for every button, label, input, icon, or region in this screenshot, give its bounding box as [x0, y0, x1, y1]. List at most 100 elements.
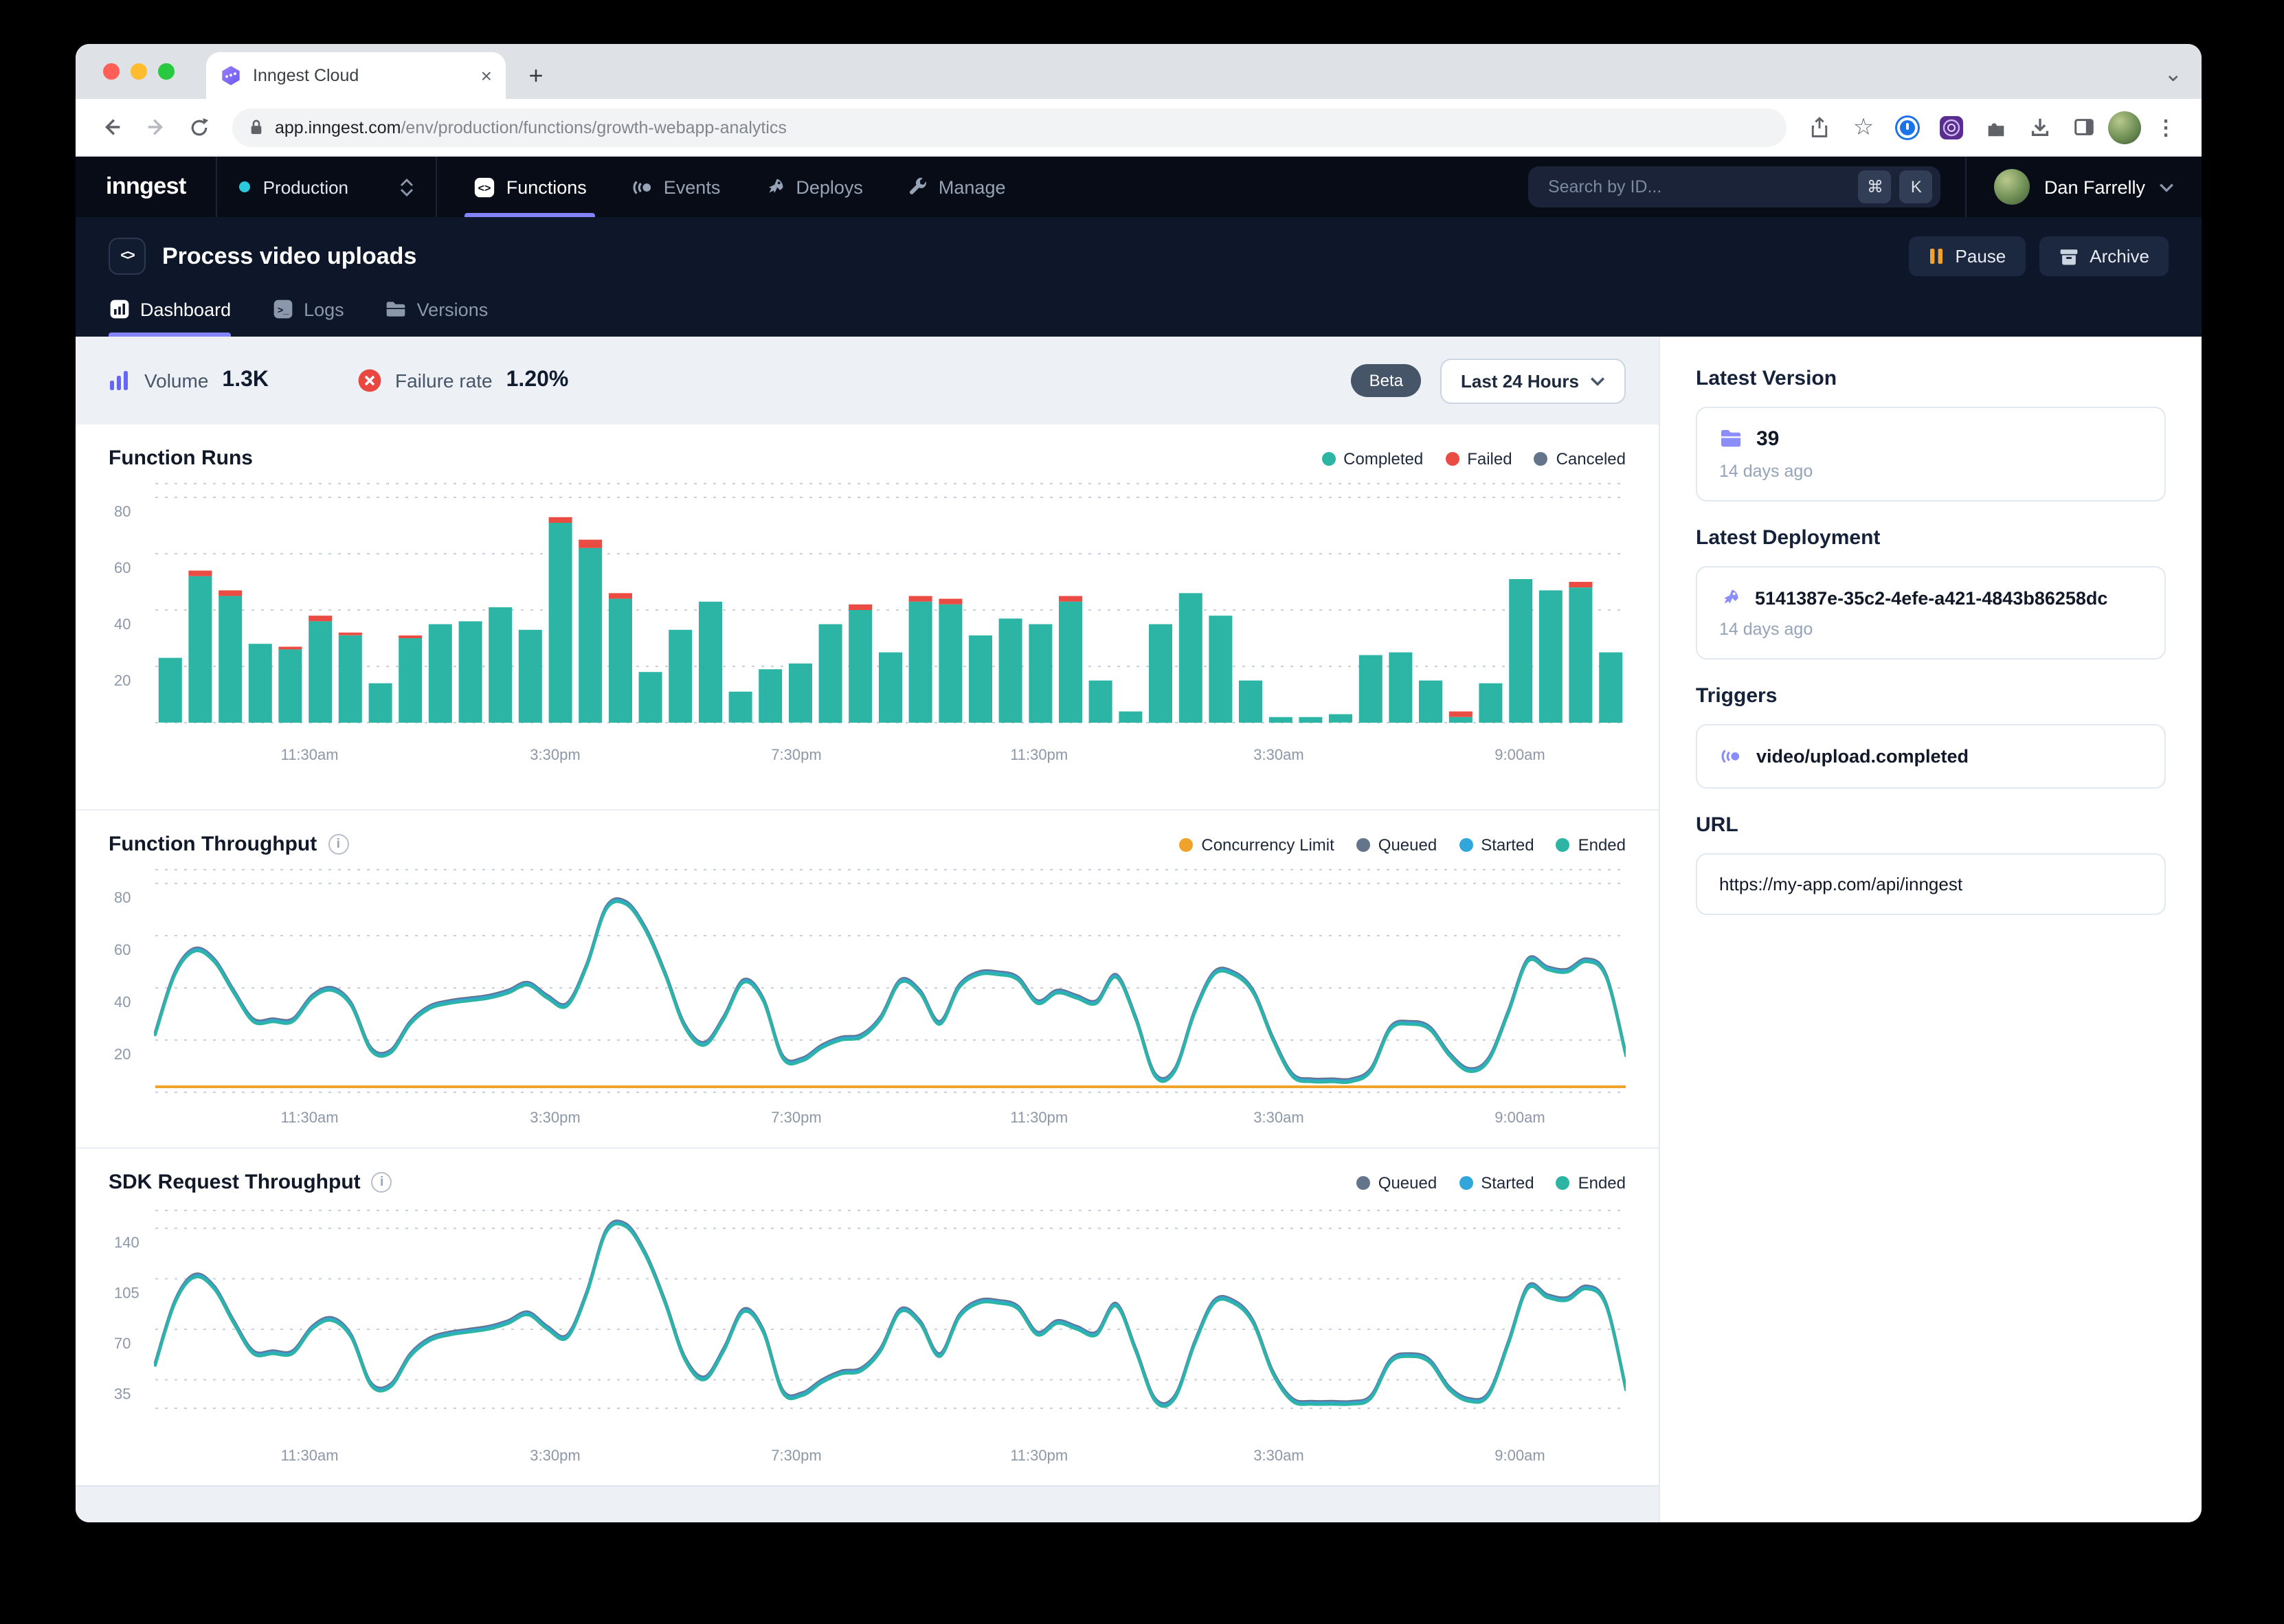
info-icon[interactable]: i [372, 1172, 392, 1193]
bottom-strip [76, 1485, 1659, 1522]
tab-dashboard[interactable]: Dashboard [109, 298, 231, 337]
traffic-lights [103, 63, 175, 80]
archive-icon [2058, 247, 2079, 266]
function-throughput-chart: 2040608011:30am3:30pm7:30pm11:30pm3:30am… [109, 861, 1626, 1129]
rocket-icon [764, 176, 786, 198]
close-window-button[interactable] [103, 63, 120, 80]
trigger-value: video/upload.completed [1756, 746, 1969, 767]
nav-item-events[interactable]: Events [612, 157, 740, 217]
user-name: Dan Farrelly [2044, 177, 2145, 197]
app-nav: inngest Production <> Functions Events D… [76, 157, 2202, 217]
browser-menu-icon[interactable]: ⋮ [2147, 108, 2185, 146]
new-tab-button[interactable]: + [517, 56, 555, 95]
chevron-down-icon [2159, 182, 2174, 192]
trigger-card[interactable]: video/upload.completed [1696, 724, 2166, 789]
download-icon[interactable] [2020, 108, 2059, 146]
svg-text:35: 35 [114, 1386, 131, 1403]
onepassword-extension-icon[interactable] [1888, 108, 1927, 146]
browser-tab[interactable]: Inngest Cloud × [206, 52, 506, 99]
url-bar[interactable]: app.inngest.com/env/production/functions… [232, 108, 1787, 146]
svg-text:9:00am: 9:00am [1494, 1109, 1545, 1126]
nav-item-functions[interactable]: <> Functions [454, 157, 606, 217]
url-heading: URL [1696, 813, 2166, 837]
url-domain: app.inngest.com [275, 117, 401, 137]
archive-button[interactable]: Archive [2039, 236, 2169, 276]
function-throughput-title: Function Throughputi [109, 833, 348, 856]
page-title: Process video uploads [162, 243, 416, 270]
svg-text:>_: >_ [278, 305, 289, 316]
legend-dot-completed [1321, 451, 1335, 465]
nav-label: Manage [939, 177, 1006, 197]
browser-tabbar: Inngest Cloud × + ⌄ [76, 44, 2202, 99]
bookmark-star-icon[interactable]: ☆ [1844, 108, 1883, 146]
dashboard-chart-icon [109, 298, 131, 320]
kbd-cmd: ⌘ [1859, 170, 1892, 203]
page-tabs: Dashboard >_ Logs Versions [109, 298, 2169, 337]
svg-text:3:30pm: 3:30pm [530, 1447, 580, 1464]
environment-selector[interactable]: Production [218, 157, 438, 217]
nav-item-manage[interactable]: Manage [888, 157, 1025, 217]
search-box[interactable]: ⌘ K [1529, 166, 1941, 207]
minimize-window-button[interactable] [131, 63, 147, 80]
info-icon[interactable]: i [328, 834, 348, 855]
function-runs-title: Function Runs [109, 447, 253, 470]
user-menu[interactable]: Dan Farrelly [1966, 157, 2202, 217]
failure-label: Failure rate [395, 370, 493, 392]
url-value: https://my-app.com/api/inngest [1719, 874, 1962, 894]
chevron-down-icon [1590, 376, 1605, 385]
latest-deployment-value: 5141387e-35c2-4efe-a421-4843b86258dc [1755, 587, 2107, 608]
tab-versions[interactable]: Versions [385, 298, 489, 337]
svg-text:3:30am: 3:30am [1253, 746, 1303, 763]
volume-bars-icon [109, 370, 131, 392]
inngest-logo[interactable]: inngest [76, 157, 218, 217]
function-runs-legend: Completed Failed Canceled [1321, 449, 1626, 468]
svg-text:3:30pm: 3:30pm [530, 746, 580, 763]
tab-title: Inngest Cloud [253, 66, 470, 85]
reload-icon[interactable] [180, 108, 219, 146]
rocket-icon [1719, 587, 1741, 609]
close-tab-icon[interactable]: × [481, 65, 492, 87]
failure-circle-x-icon [357, 368, 381, 393]
logs-terminal-icon: >_ [272, 298, 294, 320]
nav-item-deploys[interactable]: Deploys [745, 157, 882, 217]
svg-text:80: 80 [114, 889, 131, 906]
environment-status-dot [240, 181, 251, 192]
svg-text:20: 20 [114, 672, 131, 689]
forward-icon[interactable] [136, 108, 175, 146]
event-trigger-icon [1719, 745, 1743, 768]
user-avatar [1995, 169, 2030, 205]
svg-text:9:00am: 9:00am [1494, 746, 1545, 763]
svg-text:11:30pm: 11:30pm [1010, 1109, 1068, 1126]
browser-profile-avatar[interactable] [2108, 111, 2141, 144]
svg-text:80: 80 [114, 503, 131, 520]
function-runs-chart: 2040608011:30am3:30pm7:30pm11:30pm3:30am… [109, 475, 1626, 785]
latest-version-card: 39 14 days ago [1696, 407, 2166, 501]
archive-label: Archive [2090, 246, 2149, 267]
legend-label: Completed [1343, 449, 1423, 468]
zoom-window-button[interactable] [158, 63, 175, 80]
function-throughput-section: Function Throughputi Concurrency Limit Q… [76, 809, 1659, 1147]
tab-overflow-chevron-icon[interactable]: ⌄ [2164, 60, 2182, 88]
share-icon[interactable] [1800, 108, 1839, 146]
svg-text:9:00am: 9:00am [1494, 1447, 1545, 1464]
volume-value: 1.3K [222, 368, 269, 393]
time-range-dropdown[interactable]: Last 24 Hours [1440, 358, 1626, 403]
nav-label: Functions [506, 177, 587, 197]
sdk-request-throughput-chart: 357010514011:30am3:30pm7:30pm11:30pm3:30… [109, 1199, 1626, 1467]
back-icon[interactable] [92, 108, 131, 146]
svg-text:20: 20 [114, 1046, 131, 1063]
tab-logs[interactable]: >_ Logs [272, 298, 344, 337]
dashboard-main: Volume 1.3K Failure rate 1.20% Beta Last… [76, 337, 1659, 1522]
function-icon: <> [109, 238, 146, 275]
primary-nav: <> Functions Events Deploys Manage [454, 157, 1025, 217]
sdk-request-throughput-section: SDK Request Throughputi Queued Started E… [76, 1147, 1659, 1485]
time-range-value: Last 24 Hours [1461, 370, 1579, 391]
latest-version-heading: Latest Version [1696, 367, 2166, 390]
pause-button[interactable]: Pause [1909, 236, 2026, 276]
extensions-puzzle-icon[interactable] [1976, 108, 2015, 146]
purple-extension-icon[interactable] [1932, 108, 1971, 146]
latest-deployment-card[interactable]: 5141387e-35c2-4efe-a421-4843b86258dc 14 … [1696, 566, 2166, 659]
sidebar-panel-icon[interactable] [2064, 108, 2103, 146]
url-card: https://my-app.com/api/inngest [1696, 853, 2166, 915]
search-input[interactable] [1545, 176, 1850, 198]
